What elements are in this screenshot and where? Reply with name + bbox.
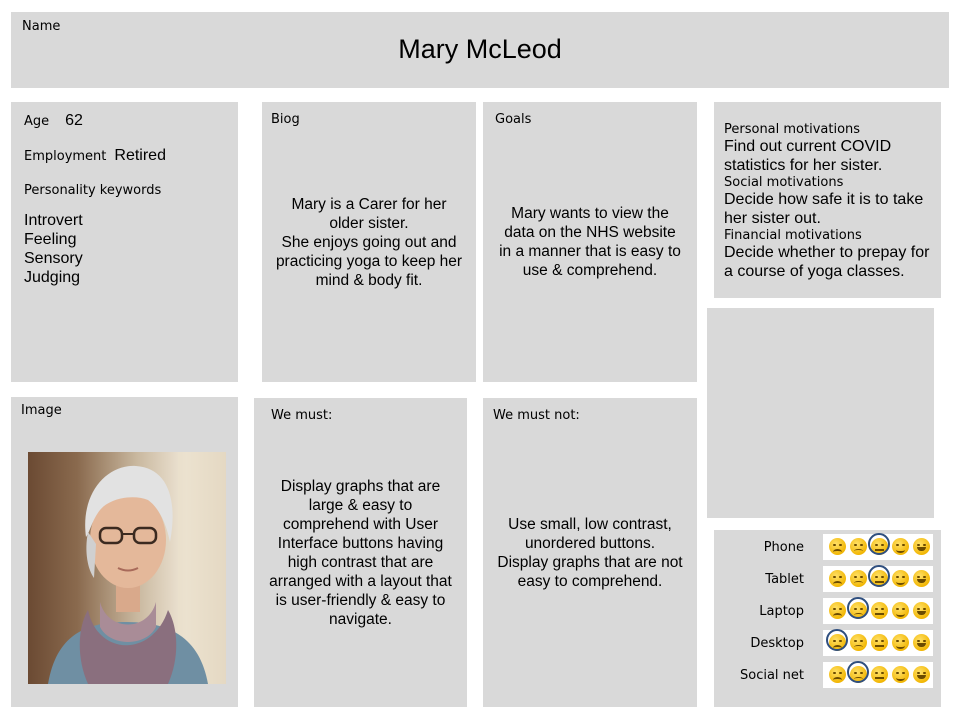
very-happy-face-icon[interactable] xyxy=(913,602,930,619)
device-name: Phone xyxy=(763,540,804,555)
selected-rating-ring xyxy=(868,533,890,555)
personal-motivations-label: Personal motivations xyxy=(724,122,861,137)
very-happy-face-icon[interactable] xyxy=(913,666,930,683)
rating-scale xyxy=(823,629,933,656)
we-must-label: We must: xyxy=(271,408,333,423)
portrait-photo xyxy=(28,452,226,684)
device-ratings: Phone Tablet Laptop Desktop Social net xyxy=(714,533,941,704)
image-label: Image xyxy=(21,403,62,418)
device-row: Desktop xyxy=(714,629,934,656)
selected-rating-ring xyxy=(826,629,848,651)
device-name: Laptop xyxy=(759,604,804,619)
rating-scale xyxy=(823,597,933,624)
social-motivations-text: Decide how safe it is to take her sister … xyxy=(724,191,924,227)
device-ratings-panel: Phone Tablet Laptop Desktop Social net xyxy=(714,530,941,707)
keyword: Judging xyxy=(24,269,81,286)
selected-rating-ring xyxy=(868,565,890,587)
keyword: Introvert xyxy=(24,212,83,229)
employment-value: Retired xyxy=(114,147,166,164)
sad-face-icon[interactable] xyxy=(850,634,867,651)
neutral-face-icon[interactable] xyxy=(871,666,888,683)
neutral-face-icon[interactable] xyxy=(871,602,888,619)
sad-face-icon[interactable] xyxy=(850,570,867,587)
device-row: Social net xyxy=(714,661,934,688)
name-panel: Name Mary McLeod xyxy=(11,12,949,88)
device-row: Phone xyxy=(714,533,934,560)
image-panel: Image xyxy=(11,397,238,707)
device-row: Tablet xyxy=(714,565,934,592)
happy-face-icon[interactable] xyxy=(892,634,909,651)
rating-scale xyxy=(823,533,933,560)
persona-name: Mary McLeod xyxy=(398,34,562,64)
we-must-not-panel: We must not: Use small, low contrast, uno… xyxy=(483,398,697,707)
motivations-panel: Personal motivations Find out current CO… xyxy=(714,102,941,298)
very-happy-face-icon[interactable] xyxy=(913,570,930,587)
device-name: Social net xyxy=(739,668,804,683)
personality-label: Personality keywords xyxy=(24,183,162,198)
profile-panel: Age 62 Employment Retired Personality keyw… xyxy=(11,102,238,382)
we-must-panel: We must: Display graphs that are large & … xyxy=(254,398,467,707)
goals-text: Mary wants to view the data on the NHS we… xyxy=(499,205,681,279)
happy-face-icon[interactable] xyxy=(892,602,909,619)
rating-scale xyxy=(823,661,933,688)
personal-motivations-text: Find out current COVID statistics for her… xyxy=(724,138,892,174)
selected-rating-ring xyxy=(847,661,869,683)
age-row: Age 62 xyxy=(24,110,83,130)
age-value: 62 xyxy=(65,112,83,129)
employment-label: Employment xyxy=(24,149,107,164)
biog-text: Mary is a Carer for her older sister. She … xyxy=(275,196,463,289)
very-happy-face-icon[interactable] xyxy=(913,538,930,555)
keyword: Sensory xyxy=(24,250,83,267)
biog-label: Biog xyxy=(271,112,300,127)
we-must-text: Display graphs that are large & easy to co… xyxy=(269,478,452,628)
we-must-not-text: Use small, low contrast, unordered button… xyxy=(497,516,683,590)
very-happy-face-icon[interactable] xyxy=(913,634,930,651)
happy-face-icon[interactable] xyxy=(892,666,909,683)
very-sad-face-icon[interactable] xyxy=(829,570,846,587)
biog-panel: Biog Mary is a Carer for her older sister… xyxy=(262,102,476,382)
device-name: Tablet xyxy=(765,572,804,587)
very-sad-face-icon[interactable] xyxy=(829,538,846,555)
sad-face-icon[interactable] xyxy=(850,538,867,555)
motivations-list: Personal motivations Find out current CO… xyxy=(724,122,938,281)
very-sad-face-icon[interactable] xyxy=(829,666,846,683)
social-motivations-label: Social motivations xyxy=(724,175,844,190)
financial-motivations-label: Financial motivations xyxy=(724,228,862,243)
selected-rating-ring xyxy=(847,597,869,619)
happy-face-icon[interactable] xyxy=(892,538,909,555)
employment-row: Employment Retired xyxy=(24,145,166,165)
we-must-not-label: We must not: xyxy=(493,408,580,423)
name-label: Name xyxy=(22,19,61,34)
very-sad-face-icon[interactable] xyxy=(829,602,846,619)
financial-motivations-text: Decide whether to prepay for a course of … xyxy=(724,244,930,280)
keyword: Feeling xyxy=(24,231,77,248)
device-row: Laptop xyxy=(714,597,934,624)
happy-face-icon[interactable] xyxy=(892,570,909,587)
age-label: Age xyxy=(24,114,50,129)
personality-keywords: Introvert Feeling Sensory Judging xyxy=(24,211,83,287)
rating-scale xyxy=(823,565,933,592)
device-name: Desktop xyxy=(750,636,804,651)
goals-panel: Goals Mary wants to view the data on the … xyxy=(483,102,697,382)
neutral-face-icon[interactable] xyxy=(871,634,888,651)
empty-panel xyxy=(707,308,934,518)
goals-label: Goals xyxy=(495,112,532,127)
